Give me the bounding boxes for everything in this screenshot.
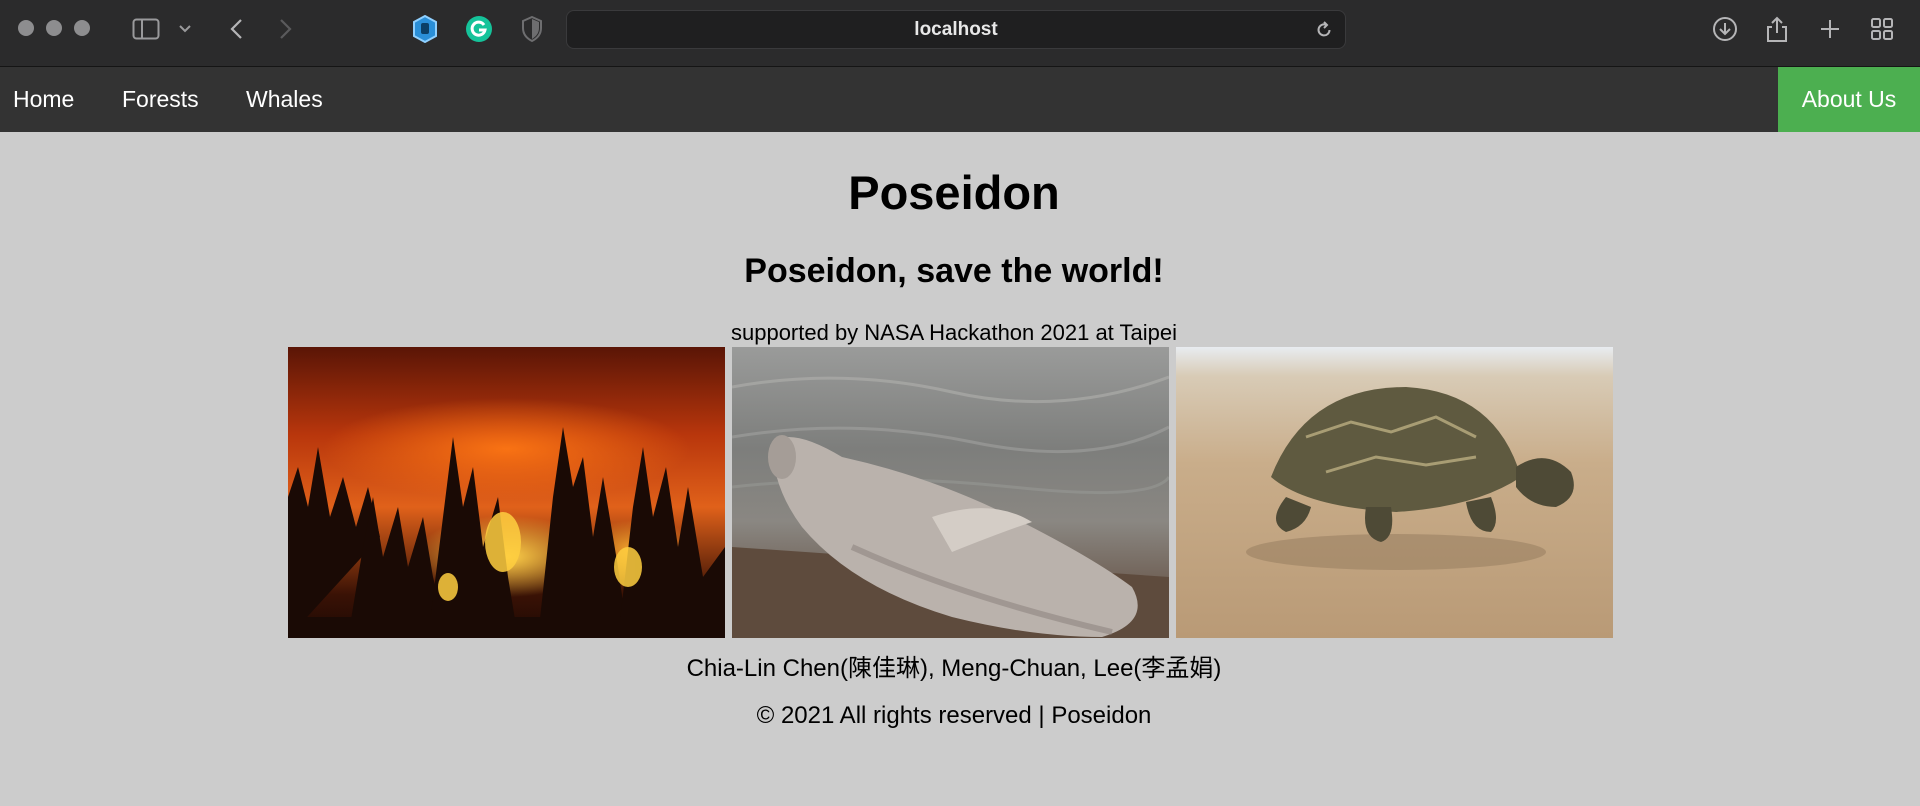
- downloads-icon[interactable]: [1709, 14, 1741, 44]
- page-subtitle: Poseidon, save the world!: [744, 252, 1164, 290]
- sidebar-toggle-icon[interactable]: [130, 14, 162, 44]
- nav-forests[interactable]: Forests: [122, 67, 199, 132]
- stranded-whale-image: [732, 347, 1169, 638]
- minimize-window-button[interactable]: [46, 20, 62, 36]
- supported-by-text: supported by NASA Hackathon 2021 at Taip…: [730, 320, 1177, 345]
- forward-icon[interactable]: [270, 14, 302, 44]
- close-window-button[interactable]: [18, 20, 34, 36]
- privacy-shield-icon[interactable]: [516, 14, 548, 44]
- chevron-down-icon[interactable]: [170, 14, 200, 44]
- authors-text: Chia-Lin Chen(陳佳琳), Meng-Chuan, Lee(李孟娟): [686, 655, 1222, 682]
- nav-whales[interactable]: Whales: [246, 67, 323, 132]
- reload-icon[interactable]: [1315, 21, 1333, 45]
- page-title: Poseidon: [848, 166, 1060, 219]
- window-controls: [18, 20, 90, 36]
- new-tab-icon[interactable]: [1814, 14, 1846, 44]
- extension-hand-icon[interactable]: [409, 14, 441, 44]
- nav-home[interactable]: Home: [13, 67, 74, 132]
- forest-fire-image: [288, 347, 725, 638]
- back-icon[interactable]: [220, 14, 252, 44]
- image-gallery: [288, 347, 1613, 638]
- tortoise-image: [1176, 347, 1613, 638]
- top-navbar: Home Forests Whales About Us: [0, 67, 1920, 132]
- nav-about-us[interactable]: About Us: [1778, 67, 1920, 132]
- address-bar[interactable]: localhost: [566, 10, 1346, 49]
- footer-copyright: © 2021 All rights reserved | Poseidon: [756, 702, 1152, 729]
- share-icon[interactable]: [1761, 14, 1793, 44]
- browser-toolbar: localhost: [0, 0, 1920, 67]
- url-text: localhost: [914, 18, 998, 40]
- tab-overview-icon[interactable]: [1866, 14, 1898, 44]
- zoom-window-button[interactable]: [74, 20, 90, 36]
- grammarly-icon[interactable]: [463, 14, 495, 44]
